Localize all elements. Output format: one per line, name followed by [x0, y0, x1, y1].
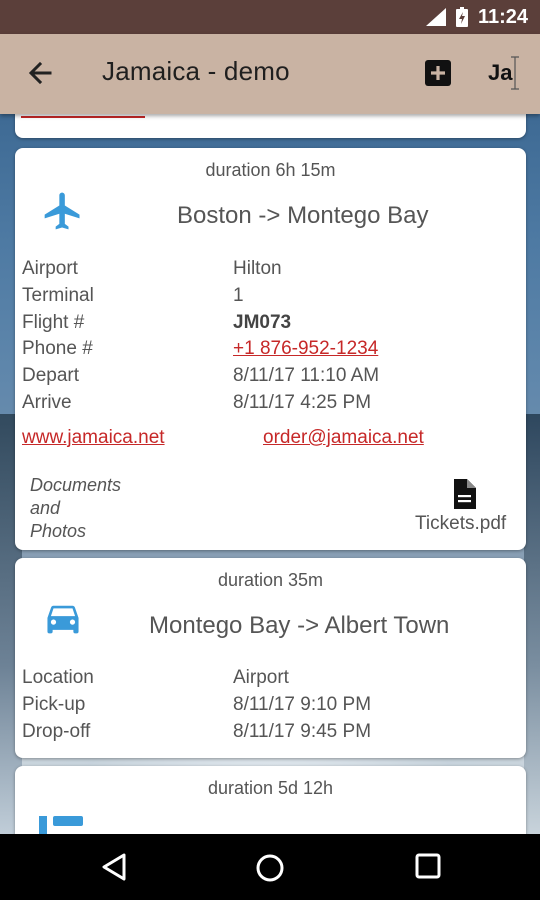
status-bar: 11:24 — [0, 0, 540, 34]
row-label: Location — [22, 667, 94, 688]
hotel-card[interactable]: duration 5d 12h — [15, 766, 526, 834]
documents-label: Documents and Photos — [30, 475, 122, 541]
row-label: Depart — [22, 365, 80, 386]
row-label: Phone # — [22, 338, 93, 359]
duration-label: duration 5d 12h — [207, 778, 334, 798]
email-link[interactable]: order@jamaica.net — [263, 427, 424, 449]
row-label: Airport — [22, 258, 78, 279]
car-icon — [47, 605, 79, 634]
flight-number: JM073 — [233, 312, 292, 333]
phone-link[interactable]: +1 876-952-1234 — [233, 338, 378, 360]
flight-card[interactable]: duration 6h 15m Boston -> Montego Bay Ai… — [15, 148, 526, 550]
row-label: Drop-off — [22, 721, 91, 742]
row-label: Pick-up — [22, 694, 86, 715]
text-cursor-icon — [511, 56, 519, 90]
row-value: 8/11/17 11:10 AM — [233, 365, 380, 386]
row-label: Terminal — [22, 285, 94, 306]
row-value: 8/11/17 4:25 PM — [233, 392, 372, 413]
row-label: Flight # — [22, 312, 85, 333]
row-value: Airport — [233, 667, 289, 688]
duration-label: duration 35m — [217, 570, 324, 590]
duration-label: duration 6h 15m — [205, 160, 336, 180]
battery-charging-icon — [455, 7, 468, 27]
document-icon[interactable] — [452, 479, 476, 509]
website-link[interactable]: www.jamaica.net — [22, 427, 165, 449]
flight-icon — [44, 192, 80, 230]
nav-home-icon[interactable] — [254, 852, 286, 884]
add-box-icon[interactable] — [424, 59, 452, 87]
route-title: Montego Bay -> Albert Town — [149, 612, 450, 639]
language-button[interactable]: Ja — [488, 60, 512, 86]
page-title: Jamaica - demo — [102, 56, 290, 86]
signal-icon — [425, 8, 446, 26]
document-filename[interactable]: Tickets.pdf — [415, 513, 506, 535]
system-nav-bar — [0, 834, 540, 900]
row-label: Arrive — [22, 392, 72, 413]
nav-back-icon[interactable] — [100, 852, 130, 882]
trip-list[interactable]: duration 6h 15m Boston -> Montego Bay Ai… — [0, 114, 540, 834]
status-time: 11:24 — [477, 5, 528, 28]
nav-recents-icon[interactable] — [415, 853, 441, 879]
row-value: Hilton — [233, 258, 282, 279]
row-value: 8/11/17 9:10 PM — [233, 694, 372, 715]
row-value: 1 — [233, 285, 244, 306]
previous-card[interactable] — [15, 114, 526, 138]
hotel-icon — [39, 816, 83, 834]
app-bar: Jamaica - demo Ja — [0, 34, 540, 114]
row-value: 8/11/17 9:45 PM — [233, 721, 372, 742]
back-arrow-icon[interactable] — [22, 56, 58, 92]
car-card[interactable]: duration 35m Montego Bay -> Albert Town … — [15, 558, 526, 758]
route-title: Boston -> Montego Bay — [177, 202, 429, 229]
